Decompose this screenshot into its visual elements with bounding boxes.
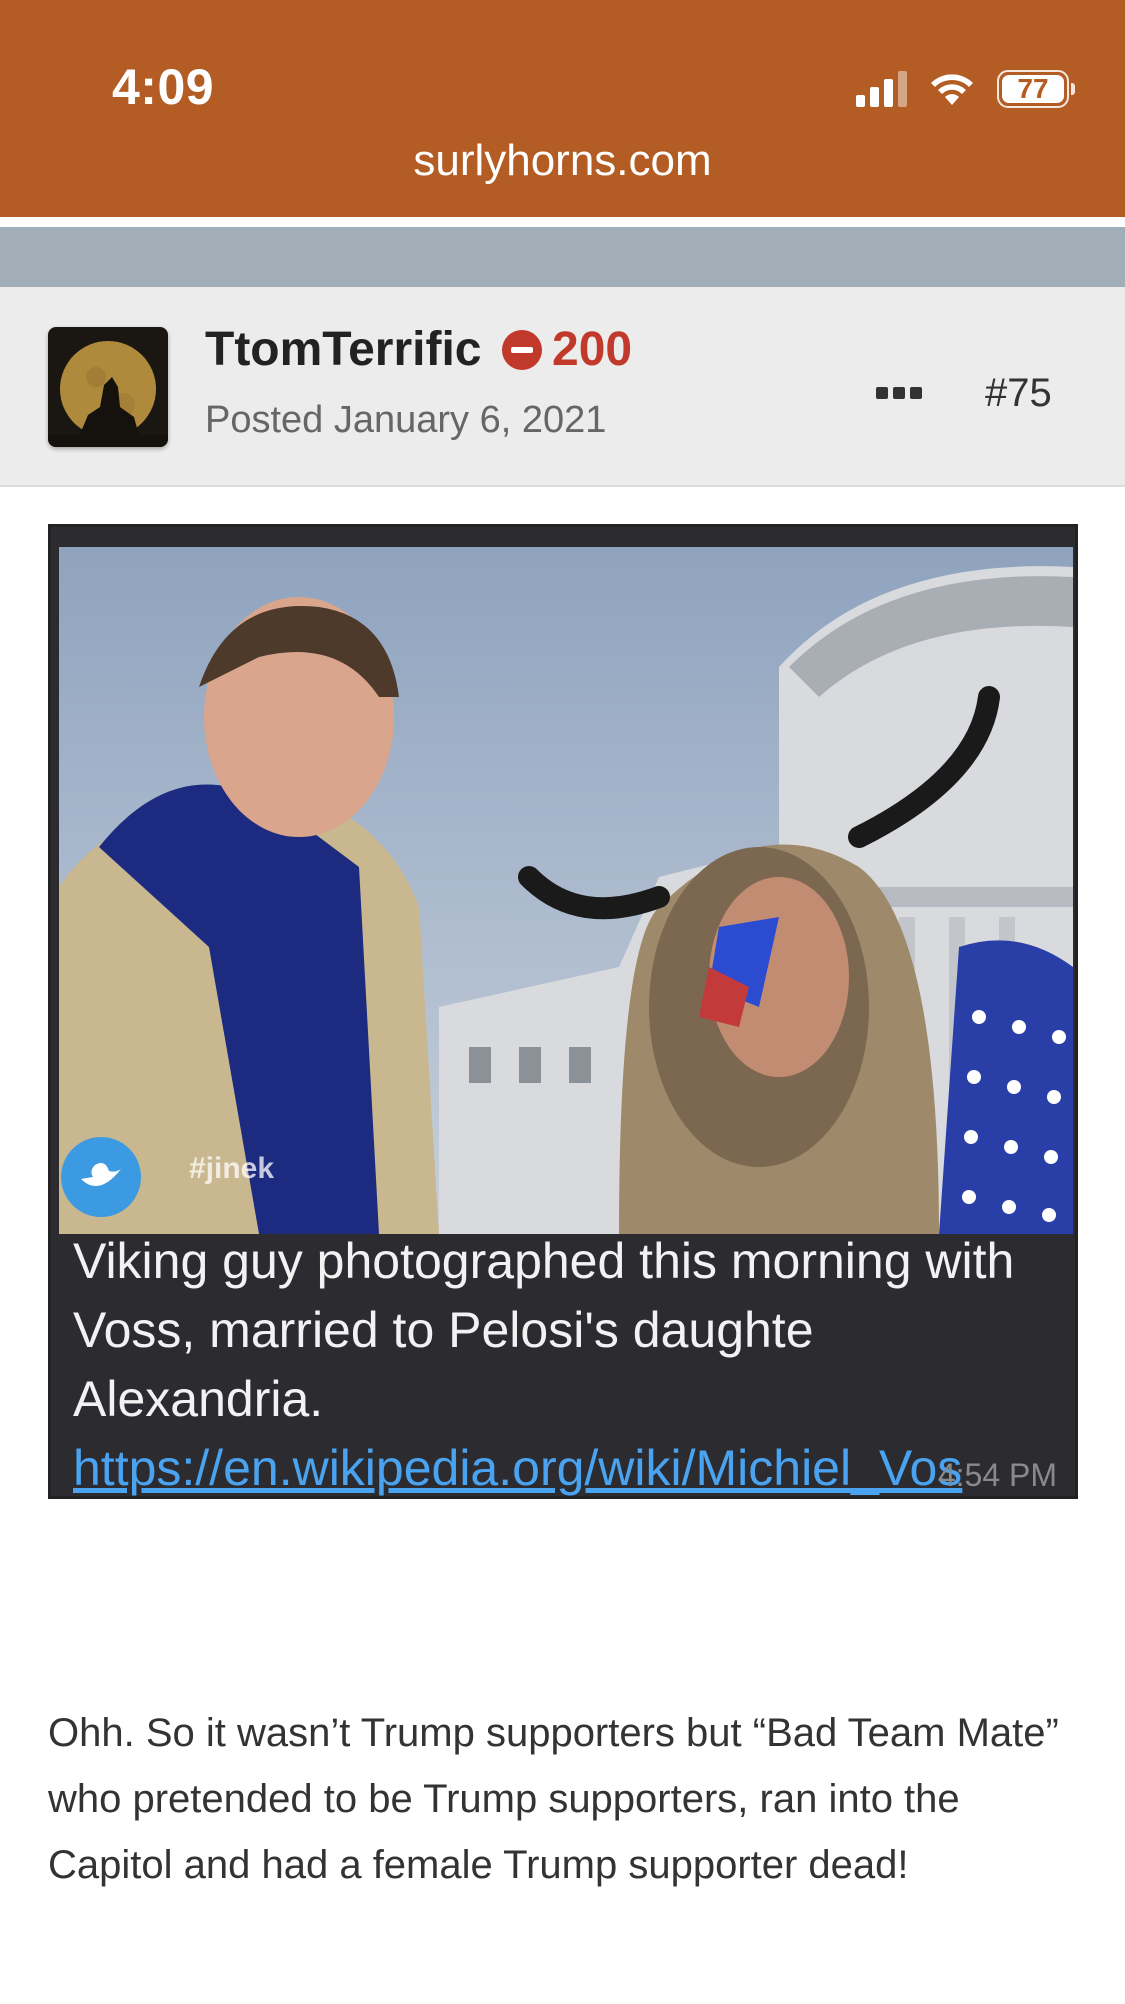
status-icons: 77 bbox=[856, 66, 1075, 112]
caption-text: Viking guy photographed this morning wit… bbox=[73, 1233, 1015, 1427]
reputation-badge: 200 bbox=[502, 322, 632, 377]
battery-level: 77 bbox=[1002, 73, 1064, 104]
wifi-icon bbox=[931, 74, 973, 105]
image-caption: Viking guy photographed this morning wit… bbox=[73, 1227, 1063, 1496]
post-number-link[interactable]: #75 bbox=[985, 371, 1052, 416]
post-header: TtomTerrific 200 Posted January 6, 2021 … bbox=[0, 287, 1125, 487]
minus-circle-icon bbox=[502, 329, 542, 370]
battery-icon: 77 bbox=[997, 70, 1075, 108]
post-body: Ohh. So it wasn’t Trump supporters but “… bbox=[48, 1711, 1059, 1887]
caption-link[interactable]: https://en.wikipedia.org/wiki/Michiel_Vo… bbox=[73, 1440, 962, 1496]
avatar-image bbox=[48, 327, 168, 447]
watermark-text: #jinek bbox=[189, 1152, 275, 1185]
status-time: 4:09 bbox=[112, 59, 215, 115]
reputation-value: 200 bbox=[552, 323, 633, 376]
username-link[interactable]: TtomTerrific bbox=[205, 322, 481, 377]
more-options-icon[interactable] bbox=[876, 387, 922, 399]
cellular-signal-icon bbox=[856, 71, 907, 107]
divider bbox=[0, 217, 1125, 227]
message-timestamp: 4:54 PM bbox=[937, 1457, 1057, 1493]
embedded-image[interactable]: #jinek Viking guy photographed this morn… bbox=[48, 524, 1078, 1499]
post-date[interactable]: Posted January 6, 2021 bbox=[205, 399, 606, 442]
browser-top-bar: 4:09 77 surlyhorns.com bbox=[0, 0, 1125, 217]
url-bar[interactable]: surlyhorns.com bbox=[0, 136, 1125, 186]
forum-nav-band bbox=[0, 227, 1125, 287]
avatar[interactable] bbox=[48, 327, 168, 447]
photo bbox=[59, 547, 1073, 1234]
